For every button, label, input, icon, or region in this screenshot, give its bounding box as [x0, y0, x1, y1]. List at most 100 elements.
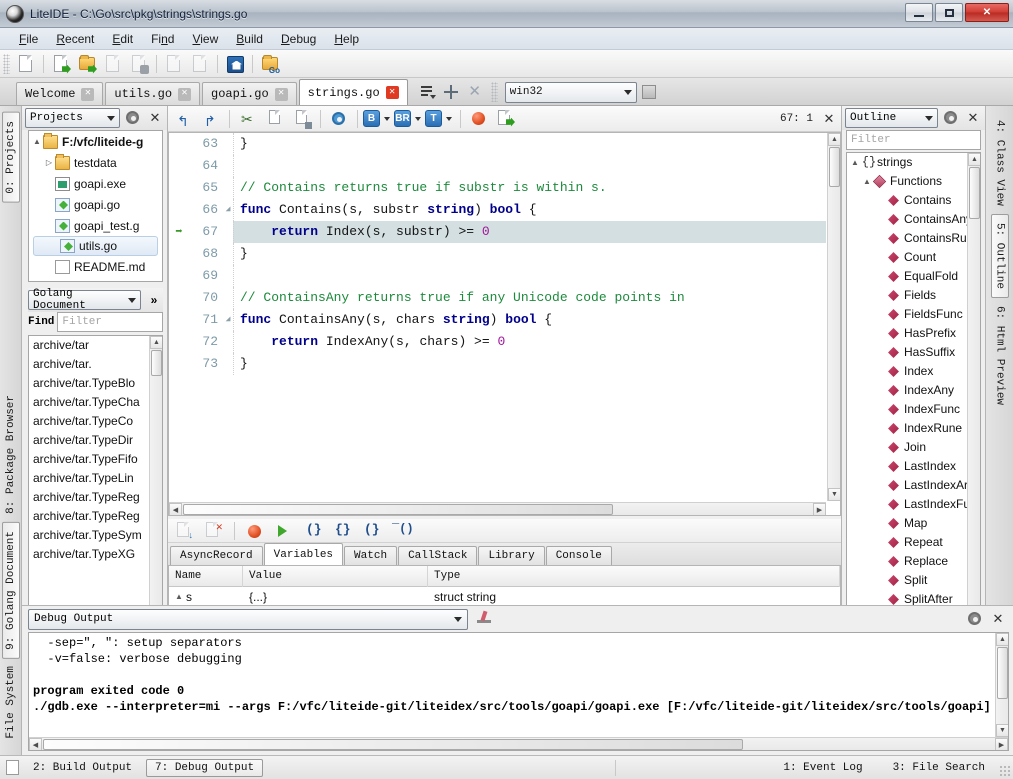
outline-item-functions-group[interactable]: ▲Functions: [847, 172, 967, 191]
status-toggle-icon[interactable]: [6, 760, 19, 775]
output-source-combo[interactable]: Debug Output: [28, 609, 468, 630]
fold-marker-icon[interactable]: [223, 243, 233, 265]
maximize-button[interactable]: [935, 3, 963, 22]
menu-find[interactable]: Find: [142, 30, 183, 48]
outline-item-function[interactable]: Repeat: [847, 533, 967, 552]
run-icon[interactable]: [495, 108, 517, 130]
code-editor[interactable]: 63}6465// Contains returns true if subst…: [168, 132, 841, 516]
open-file-icon[interactable]: [50, 53, 72, 75]
new-file-icon[interactable]: [15, 53, 37, 75]
golang-document-item[interactable]: archive/tar.TypeFifo: [29, 450, 149, 469]
scroll-thumb[interactable]: [151, 350, 162, 376]
target-config-icon[interactable]: [639, 81, 661, 103]
projects-combo[interactable]: Projects: [25, 108, 120, 128]
target-toolbar-grip[interactable]: [491, 82, 498, 102]
redo-icon[interactable]: ↱: [200, 108, 222, 130]
outline-item-function[interactable]: IndexAny: [847, 381, 967, 400]
tab-close-icon[interactable]: ✕: [275, 88, 288, 101]
debug-tab-library[interactable]: Library: [478, 546, 544, 565]
breakpoint-icon[interactable]: [244, 520, 266, 542]
build-run-button[interactable]: BR: [394, 110, 411, 127]
golang-document-item[interactable]: archive/tar.TypeSym: [29, 526, 149, 545]
outline-item-function[interactable]: LastIndex: [847, 457, 967, 476]
outline-combo[interactable]: Outline: [845, 108, 938, 128]
debug-tab-asyncrecord[interactable]: AsyncRecord: [170, 546, 263, 565]
toolbar-grip[interactable]: [3, 54, 10, 74]
paste-icon[interactable]: [291, 108, 313, 130]
tree-item-goapi-go[interactable]: goapi.go: [29, 194, 162, 215]
outline-filter-input[interactable]: Filter: [846, 130, 981, 150]
scroll-up-icon[interactable]: ▲: [996, 633, 1009, 646]
outline-item-function[interactable]: LastIndexFu: [847, 495, 967, 514]
code-line[interactable]: 72 return IndexAny(s, chars) >= 0: [169, 331, 826, 353]
output-gear-icon[interactable]: [966, 610, 984, 628]
editor-tab-welcome[interactable]: Welcome ✕: [16, 82, 103, 105]
code-line[interactable]: 71◢func ContainsAny(s, chars string) boo…: [169, 309, 826, 331]
scroll-down-icon[interactable]: ▼: [828, 488, 841, 501]
clear-output-icon[interactable]: [473, 608, 495, 630]
scroll-up-icon[interactable]: ▲: [150, 336, 163, 349]
run-to-icon[interactable]: ¯(): [389, 520, 411, 542]
continue-icon[interactable]: [273, 520, 295, 542]
golang-document-item[interactable]: archive/tar.: [29, 355, 149, 374]
fold-marker-icon[interactable]: [223, 265, 233, 287]
menu-debug[interactable]: Debug: [272, 30, 325, 48]
step-into-icon[interactable]: ↓: [174, 520, 196, 542]
menu-build[interactable]: Build: [227, 30, 272, 48]
status-tab-event-log[interactable]: 1: Event Log: [775, 760, 870, 776]
golang-document-combo[interactable]: Golang Document: [28, 290, 141, 310]
close-icon[interactable]: ✕: [964, 109, 982, 127]
output-vertical-scrollbar[interactable]: ▲ ▼: [995, 633, 1008, 737]
outline-item-function[interactable]: Map: [847, 514, 967, 533]
code-lines[interactable]: 63}6465// Contains returns true if subst…: [169, 133, 826, 501]
breakpoint-icon[interactable]: [468, 108, 490, 130]
outline-item-function[interactable]: ContainsAny: [847, 210, 967, 229]
fold-marker-icon[interactable]: [223, 221, 233, 243]
tree-item-testdata[interactable]: ▷ testdata: [29, 152, 162, 173]
code-line[interactable]: ➡67 return Index(s, substr) >= 0: [169, 221, 826, 243]
scroll-left-icon[interactable]: ◀: [169, 503, 182, 516]
minimize-button[interactable]: [905, 3, 933, 22]
fold-marker-icon[interactable]: [223, 177, 233, 199]
scroll-thumb[interactable]: [997, 647, 1008, 699]
golang-document-item[interactable]: archive/tar.TypeCha: [29, 393, 149, 412]
debug-tab-watch[interactable]: Watch: [344, 546, 397, 565]
tree-item-goapi-exe[interactable]: goapi.exe: [29, 173, 162, 194]
scroll-thumb[interactable]: [183, 504, 613, 515]
expand-panel-icon[interactable]: »: [145, 293, 163, 307]
debug-tab-callstack[interactable]: CallStack: [398, 546, 477, 565]
gear-icon[interactable]: [942, 109, 960, 127]
editor-tab-utils-go[interactable]: utils.go ✕: [105, 82, 200, 105]
test-button[interactable]: T: [425, 110, 442, 127]
resize-grip[interactable]: [999, 765, 1011, 777]
scroll-right-icon[interactable]: ▶: [995, 738, 1008, 751]
sidebar-tab-html-preview[interactable]: 6: Html Preview: [992, 298, 1008, 413]
scroll-right-icon[interactable]: ▶: [813, 503, 826, 516]
fold-marker-icon[interactable]: [223, 331, 233, 353]
project-tree[interactable]: ▲ F:/vfc/liteide-g ▷ testdata goapi.exe …: [28, 130, 163, 282]
tree-item-root[interactable]: ▲ F:/vfc/liteide-g: [29, 131, 162, 152]
menu-file[interactable]: File: [10, 30, 47, 48]
step-over-icon[interactable]: (}: [302, 520, 324, 542]
scroll-down-icon[interactable]: ▼: [996, 724, 1009, 737]
cut-icon[interactable]: ✂: [237, 108, 259, 130]
debug-output-text[interactable]: -sep=", ": setup separators -v=false: ve…: [28, 632, 1009, 751]
editor-tab-goapi-go[interactable]: goapi.go ✕: [202, 82, 297, 105]
outline-item-function[interactable]: Count: [847, 248, 967, 267]
fold-marker-icon[interactable]: [223, 287, 233, 309]
outline-item-function[interactable]: Split: [847, 571, 967, 590]
status-tab-debug-output[interactable]: 7: Debug Output: [146, 759, 263, 777]
scroll-thumb[interactable]: [43, 739, 743, 750]
outline-item-function[interactable]: Replace: [847, 552, 967, 571]
new-document-icon[interactable]: [163, 53, 185, 75]
expand-arrow-icon[interactable]: ▲: [175, 592, 186, 601]
golang-document-item[interactable]: archive/tar.TypeLin: [29, 469, 149, 488]
expand-arrow-icon[interactable]: ▷: [43, 158, 55, 167]
menu-view[interactable]: View: [183, 30, 227, 48]
output-horizontal-scrollbar[interactable]: ◀ ▶: [29, 737, 1008, 750]
editor-vertical-scrollbar[interactable]: ▲ ▼: [827, 133, 840, 501]
sidebar-tab-projects[interactable]: 0: Projects: [2, 112, 20, 203]
close-button[interactable]: ✕: [965, 3, 1009, 22]
outline-item-function[interactable]: FieldsFunc: [847, 305, 967, 324]
fold-marker-icon[interactable]: ◢: [223, 309, 233, 331]
